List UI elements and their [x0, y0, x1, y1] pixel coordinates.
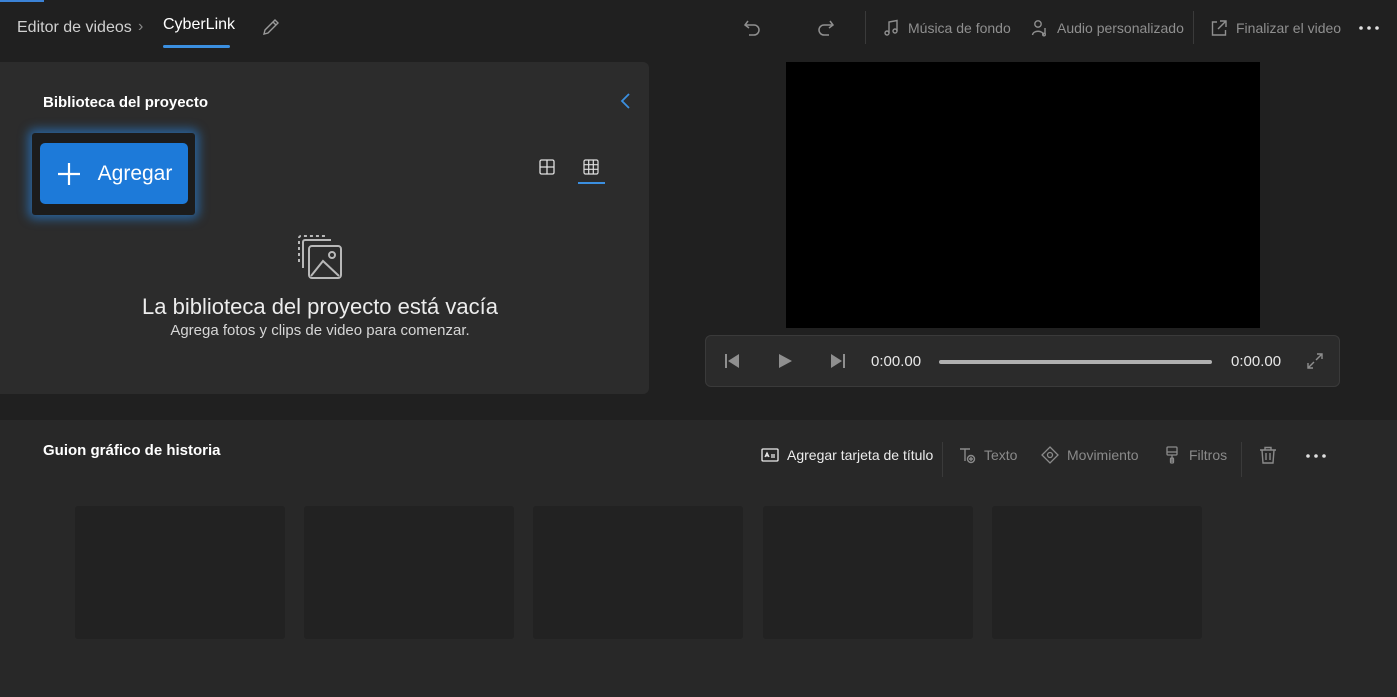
storyboard-slot[interactable]	[75, 506, 285, 639]
title-bar: Editor de videos › CyberLink Música de f…	[0, 0, 1397, 60]
rename-pencil-icon[interactable]	[261, 17, 281, 37]
media-gallery-icon	[298, 235, 342, 279]
person-audio-icon	[1031, 20, 1046, 37]
add-media-label: Agregar	[97, 161, 173, 185]
filters-button[interactable]: Filtros	[1163, 444, 1227, 466]
breadcrumb-video-editor[interactable]: Editor de videos	[17, 19, 132, 37]
background-music-label: Música de fondo	[908, 20, 1011, 36]
view-selected-indicator	[578, 182, 605, 184]
previous-frame-icon[interactable]	[723, 352, 741, 370]
large-grid-view-icon[interactable]	[538, 158, 556, 176]
small-grid-view-icon[interactable]	[582, 158, 600, 176]
library-title: Biblioteca del proyecto	[43, 94, 209, 111]
toolbar-divider	[942, 442, 943, 477]
breadcrumb-project-name: CyberLink	[163, 16, 236, 33]
more-options-icon[interactable]	[1358, 23, 1380, 33]
text-add-icon	[960, 448, 976, 464]
custom-audio-button[interactable]: Audio personalizado	[1031, 14, 1184, 42]
storyboard-panel: Guion gráfico de historia Agregar tarjet…	[0, 420, 1397, 697]
filters-label: Filtros	[1189, 447, 1228, 463]
seek-bar[interactable]	[939, 360, 1212, 364]
share-export-icon	[1211, 20, 1227, 36]
toolbar-divider	[1241, 442, 1242, 477]
play-icon[interactable]	[776, 352, 794, 370]
collapse-chevron-left-icon[interactable]	[619, 92, 633, 110]
text-button[interactable]: Texto	[958, 444, 1017, 466]
playback-controls: 0:00.00 0:00.00	[705, 335, 1340, 387]
add-title-card-button[interactable]: Agregar tarjeta de título	[761, 444, 933, 466]
finish-video-label: Finalizar el video	[1236, 20, 1342, 36]
redo-icon[interactable]	[816, 17, 836, 37]
undo-icon[interactable]	[742, 17, 762, 37]
add-title-card-label: Agregar tarjeta de título	[787, 447, 934, 463]
delete-trash-icon[interactable]	[1258, 445, 1278, 465]
motion-button[interactable]: Movimiento	[1041, 444, 1139, 466]
empty-library-subtitle: Agrega fotos y clips de video para comen…	[170, 322, 470, 339]
next-frame-icon[interactable]	[829, 352, 847, 370]
storyboard-slot[interactable]	[992, 506, 1202, 639]
finish-video-button[interactable]: Finalizar el video	[1210, 14, 1341, 42]
total-time: 0:00.00	[1231, 353, 1282, 370]
background-music-button[interactable]: Música de fondo	[882, 14, 1011, 42]
current-time: 0:00.00	[871, 353, 922, 370]
fullscreen-expand-icon[interactable]	[1306, 352, 1324, 370]
title-card-icon	[761, 448, 779, 462]
paint-brush-icon	[1166, 446, 1178, 464]
motion-icon	[1041, 446, 1059, 464]
motion-label: Movimiento	[1067, 447, 1139, 463]
custom-audio-label: Audio personalizado	[1057, 20, 1184, 36]
storyboard-title: Guion gráfico de historia	[43, 442, 221, 459]
storyboard-slot[interactable]	[533, 506, 743, 639]
loading-indicator	[0, 0, 44, 2]
add-media-button[interactable]: Agregar	[40, 143, 188, 204]
storyboard-more-options-icon[interactable]	[1305, 451, 1327, 461]
breadcrumb-active-indicator	[163, 45, 230, 48]
storyboard-slot[interactable]	[304, 506, 514, 639]
toolbar-divider	[865, 11, 866, 44]
text-label: Texto	[984, 447, 1018, 463]
project-library-panel: Biblioteca del proyecto Agregar La bibli…	[0, 62, 649, 394]
plus-icon	[57, 162, 80, 185]
breadcrumb-separator: ›	[138, 18, 144, 35]
music-note-icon	[884, 19, 898, 36]
video-preview	[786, 62, 1260, 328]
storyboard-slot[interactable]	[763, 506, 973, 639]
toolbar-divider	[1193, 11, 1194, 44]
empty-library-title: La biblioteca del proyecto está vacía	[142, 294, 498, 319]
